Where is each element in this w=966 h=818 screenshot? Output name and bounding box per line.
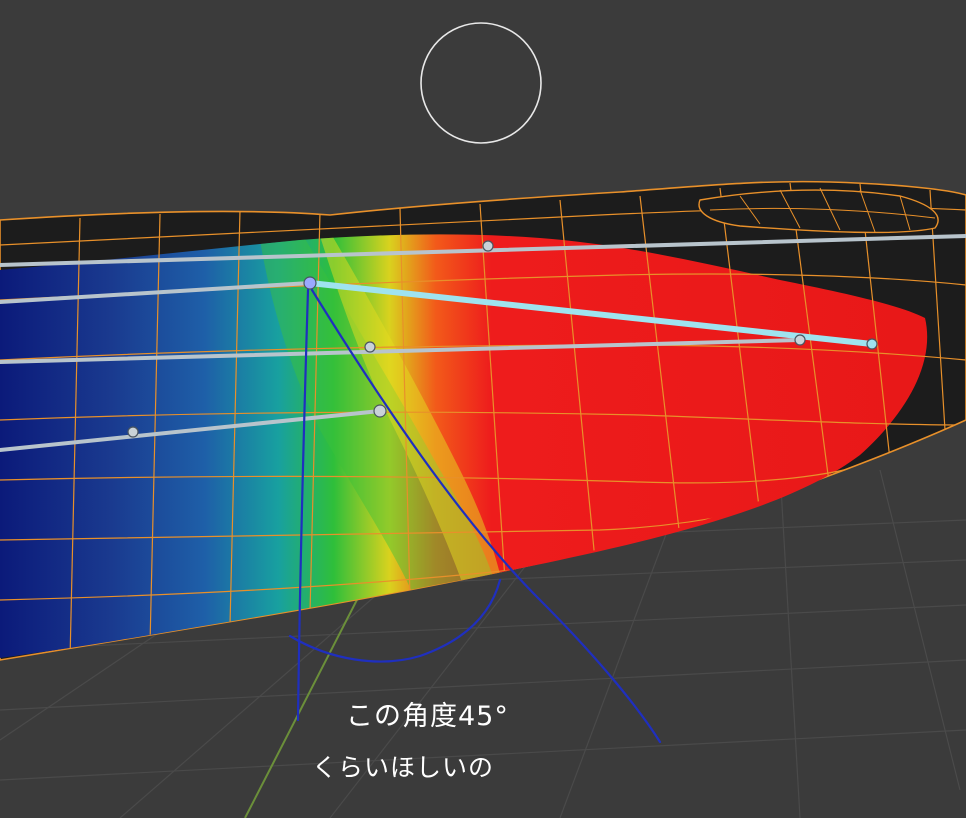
joint-top[interactable]	[482, 240, 494, 252]
3d-viewport[interactable]: この角度45° くらいほしいの	[0, 0, 966, 818]
annotation-text-line2: くらいほしいの	[312, 753, 495, 782]
joint-lower-base[interactable]	[127, 426, 139, 438]
brush-cursor-circle	[420, 22, 542, 144]
joint-lower[interactable]	[373, 404, 387, 418]
joint-selected-head[interactable]	[303, 276, 317, 290]
joint-middle[interactable]	[364, 341, 376, 353]
joint-selected-tail[interactable]	[866, 338, 878, 350]
annotation-text-line1: この角度45°	[346, 701, 509, 732]
joint-middle-tail[interactable]	[794, 334, 806, 346]
